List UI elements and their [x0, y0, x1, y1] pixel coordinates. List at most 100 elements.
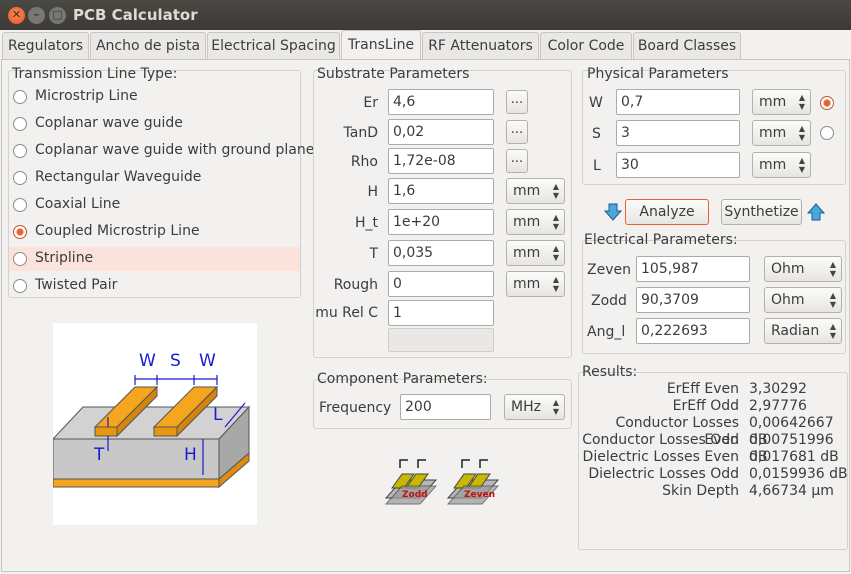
rough-input[interactable]: 0	[388, 271, 494, 297]
spin-arrows-icon: ▲ ▼	[552, 275, 559, 293]
er-input[interactable]: 4,6	[388, 89, 494, 115]
h-label: H	[367, 184, 378, 200]
t-unit-select[interactable]: mm ▲ ▼	[506, 240, 565, 266]
analyze-button[interactable]: Analyze	[625, 199, 709, 225]
title-bar: ✕ – □ PCB Calculator	[0, 0, 851, 30]
transline-panel: Transmission Line Type: Microstrip Line …	[1, 59, 850, 572]
ang-unit-value: Radian	[771, 323, 820, 339]
result-value: 4,66734 µm	[749, 483, 834, 499]
result-value: 3,30292	[749, 381, 807, 397]
radio-target-w[interactable]	[820, 96, 834, 110]
rho-browse-button[interactable]: ...	[506, 149, 528, 173]
ang-unit-select[interactable]: Radian ▲ ▼	[764, 318, 842, 344]
option-twisted-pair-label[interactable]: Twisted Pair	[35, 277, 117, 293]
s-unit-select[interactable]: mm ▲ ▼	[752, 120, 811, 146]
radio-microstrip[interactable]	[13, 90, 27, 104]
option-coupled-microstrip-label[interactable]: Coupled Microstrip Line	[35, 223, 200, 239]
window-title: PCB Calculator	[73, 6, 198, 24]
w-label: W	[589, 95, 603, 111]
diagram-label-h: H	[184, 445, 197, 465]
radio-coplanar[interactable]	[13, 117, 27, 131]
disabled-input	[388, 328, 494, 352]
option-coplanar-label[interactable]: Coplanar wave guide	[35, 115, 183, 131]
ground-plane-front	[53, 478, 220, 488]
radio-twisted-pair[interactable]	[13, 279, 27, 293]
frequency-label: Frequency	[319, 400, 392, 416]
h-t-unit-select[interactable]: mm ▲ ▼	[506, 209, 565, 235]
frequency-unit-select[interactable]: MHz ▲ ▼	[504, 394, 565, 420]
option-coplanar-gnd-label[interactable]: Coplanar wave guide with ground plane	[35, 142, 314, 158]
tab-transline[interactable]: TransLine	[341, 30, 421, 60]
spin-arrows-icon: ▲ ▼	[798, 124, 805, 142]
diagram-label-w1: W	[139, 351, 156, 371]
t-label: T	[369, 246, 378, 262]
radio-rect-waveguide[interactable]	[13, 171, 27, 185]
tand-label: TanD	[343, 125, 378, 141]
radio-coplanar-gnd[interactable]	[13, 144, 27, 158]
radio-coaxial[interactable]	[13, 198, 27, 212]
option-microstrip-label[interactable]: Microstrip Line	[35, 88, 138, 104]
zodd-label: Zodd	[591, 293, 627, 309]
synthetize-button[interactable]: Synthetize	[721, 199, 802, 225]
s-input[interactable]: 3	[616, 120, 740, 146]
minimize-window-button[interactable]: –	[28, 7, 45, 24]
t-input[interactable]: 0,035	[388, 240, 494, 266]
rough-unit-value: mm	[513, 276, 541, 292]
tab-electrical-spacing[interactable]: Electrical Spacing	[207, 32, 340, 60]
h-t-input[interactable]: 1e+20	[388, 209, 494, 235]
zodd-input[interactable]: 90,3709	[636, 287, 750, 313]
diagram-label-s: S	[170, 351, 181, 371]
spin-arrows-icon: ▲ ▼	[798, 93, 805, 111]
spin-arrows-icon: ▲ ▼	[798, 156, 805, 174]
close-window-button[interactable]: ✕	[8, 7, 25, 24]
tab-rf-attenuators[interactable]: RF Attenuators	[422, 32, 539, 60]
tab-regulators[interactable]: Regulators	[2, 32, 89, 60]
w-input[interactable]: 0,7	[616, 89, 740, 115]
tab-ancho-de-pista[interactable]: Ancho de pista	[90, 32, 206, 60]
results-label: Results:	[582, 364, 638, 380]
s-unit-value: mm	[759, 125, 787, 141]
option-rect-waveguide-label[interactable]: Rectangular Waveguide	[35, 169, 201, 185]
ang-input[interactable]: 0,222693	[636, 318, 750, 344]
result-value: 0,017681 dB	[749, 449, 839, 465]
component-label: Component Parameters:	[317, 371, 488, 387]
arrow-down-icon	[603, 203, 623, 225]
zeven-input[interactable]: 105,987	[636, 256, 750, 282]
arrow-up-icon	[806, 203, 826, 225]
rough-unit-select[interactable]: mm ▲ ▼	[506, 271, 565, 297]
spin-arrows-icon: ▲ ▼	[552, 398, 559, 416]
radio-stripline[interactable]	[13, 252, 27, 266]
tab-color-code[interactable]: Color Code	[540, 32, 632, 60]
tand-input[interactable]: 0,02	[388, 119, 494, 145]
result-key: Dielectric Losses Even	[582, 449, 739, 465]
option-coaxial-label[interactable]: Coaxial Line	[35, 196, 120, 212]
zeven-unit-select[interactable]: Ohm ▲ ▼	[764, 256, 842, 282]
tab-board-classes[interactable]: Board Classes	[633, 32, 741, 60]
radio-coupled-microstrip[interactable]	[13, 225, 27, 239]
zodd-unit-select[interactable]: Ohm ▲ ▼	[764, 287, 842, 313]
er-label: Er	[363, 95, 378, 111]
h-input[interactable]: 1,6	[388, 178, 494, 204]
h-unit-select[interactable]: mm ▲ ▼	[506, 178, 565, 204]
diagram-label-w2: W	[199, 351, 216, 371]
er-browse-button[interactable]: ...	[506, 90, 528, 114]
l-unit-select[interactable]: mm ▲ ▼	[752, 152, 811, 178]
result-key: Conductor Losses Odd	[582, 432, 739, 448]
radio-target-s[interactable]	[820, 126, 834, 140]
tand-browse-button[interactable]: ...	[506, 120, 528, 144]
l-input[interactable]: 30	[616, 152, 740, 178]
frequency-input[interactable]: 200	[400, 394, 491, 420]
murelc-label: mu Rel C	[315, 305, 378, 321]
murelc-input[interactable]: 1	[388, 300, 494, 326]
result-key: ErEff Odd	[672, 398, 739, 414]
maximize-window-button[interactable]: □	[49, 7, 66, 24]
w-unit-select[interactable]: mm ▲ ▼	[752, 89, 811, 115]
result-key: Skin Depth	[662, 483, 739, 499]
diagram-label-l: L	[213, 405, 223, 425]
option-stripline-label[interactable]: Stripline	[35, 250, 93, 266]
spin-arrows-icon: ▲ ▼	[829, 291, 836, 309]
spin-arrows-icon: ▲ ▼	[552, 182, 559, 200]
strip-left-front	[94, 426, 118, 437]
coupled-microstrip-diagram: W S W T H L	[53, 323, 257, 525]
rho-input[interactable]: 1,72e-08	[388, 148, 494, 174]
